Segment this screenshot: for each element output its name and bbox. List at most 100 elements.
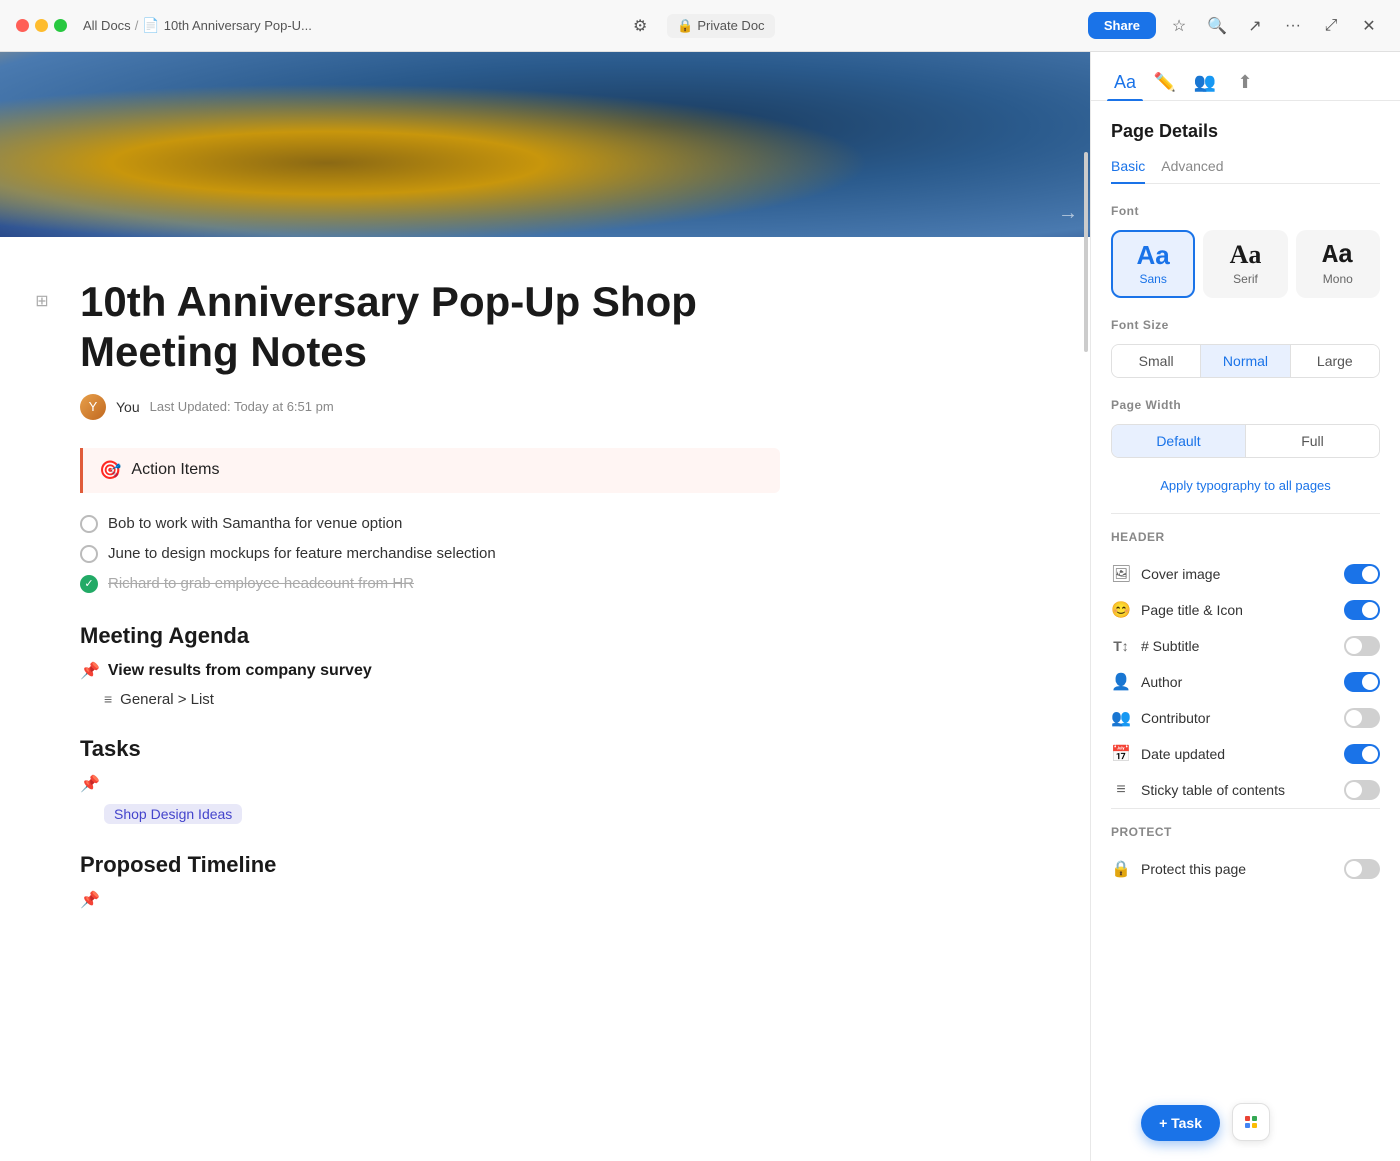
sidebar-toggle-button[interactable]: ⊞	[28, 287, 56, 315]
privacy-badge[interactable]: 🔒 Private Doc	[667, 14, 774, 38]
protect-divider	[1111, 808, 1380, 809]
toggle-left-toc: ≡ Sticky table of contents	[1111, 781, 1285, 799]
panel-content: Page Details Basic Advanced Font Aa Sans…	[1091, 101, 1400, 907]
font-option-serif[interactable]: Aa Serif	[1203, 230, 1287, 298]
protect-icon: 🔒	[1111, 859, 1131, 879]
author-icon: 👤	[1111, 672, 1131, 692]
protect-toggle[interactable]	[1344, 859, 1380, 879]
expand-icon[interactable]: ↗	[1240, 11, 1270, 41]
star-icon[interactable]: ☆	[1164, 11, 1194, 41]
protect-section-label: PROTECT	[1111, 825, 1380, 839]
apps-button[interactable]	[1232, 1103, 1270, 1141]
protect-label: Protect this page	[1141, 861, 1246, 877]
scrollbar-thumb[interactable]	[1084, 152, 1088, 352]
font-letter-serif: Aa	[1230, 242, 1262, 268]
pin-icon-timeline: 📌	[80, 890, 100, 910]
apply-typography-link[interactable]: Apply typography to all pages	[1111, 478, 1380, 493]
close-window-icon[interactable]: ✕	[1354, 11, 1384, 41]
width-full[interactable]: Full	[1246, 425, 1379, 457]
document-meta: Y You Last Updated: Today at 6:51 pm	[80, 394, 780, 420]
breadcrumb-all-docs[interactable]: All Docs	[83, 18, 131, 33]
bullet-text: General > List	[120, 691, 214, 708]
timeline-agenda-item: 📌	[80, 890, 780, 910]
font-section-label: Font	[1111, 204, 1380, 218]
privacy-label: Private Doc	[697, 18, 764, 33]
size-normal[interactable]: Normal	[1201, 345, 1290, 377]
author-name: You	[116, 399, 140, 415]
date-updated-toggle[interactable]	[1344, 744, 1380, 764]
search-icon[interactable]: 🔍	[1202, 11, 1232, 41]
task-text: June to design mockups for feature merch…	[108, 545, 496, 562]
font-option-mono[interactable]: Aa Mono	[1296, 230, 1380, 298]
people-icon: 👥	[1194, 72, 1216, 93]
minimize-button[interactable]	[35, 19, 48, 32]
font-size-section-label: Font Size	[1111, 318, 1380, 332]
sub-tabs: Basic Advanced	[1111, 158, 1380, 184]
sub-tab-advanced[interactable]: Advanced	[1161, 158, 1223, 183]
contributor-toggle[interactable]	[1344, 708, 1380, 728]
collapse-icon[interactable]: ⤢	[1316, 11, 1346, 41]
contributor-label: Contributor	[1141, 710, 1210, 726]
toggle-knob	[1362, 746, 1378, 762]
font-option-sans[interactable]: Aa Sans	[1111, 230, 1195, 298]
more-icon[interactable]: ···	[1278, 11, 1308, 41]
subtitle-toggle[interactable]	[1344, 636, 1380, 656]
right-panel: Aa ✏️ 👥 ⬆ Page Details Basic Advanced Fo…	[1090, 52, 1400, 1161]
toggle-left-date: 📅 Date updated	[1111, 744, 1225, 764]
size-small[interactable]: Small	[1112, 345, 1201, 377]
close-button[interactable]	[16, 19, 29, 32]
task-text: Bob to work with Samantha for venue opti…	[108, 515, 402, 532]
toggle-knob	[1346, 861, 1362, 877]
panel-title: Page Details	[1111, 121, 1380, 142]
toggle-left-protect: 🔒 Protect this page	[1111, 859, 1246, 879]
size-large[interactable]: Large	[1291, 345, 1379, 377]
cover-arrow-icon[interactable]: →	[1058, 202, 1078, 225]
tasks-badge: Shop Design Ideas	[104, 804, 242, 824]
font-name-serif: Serif	[1233, 272, 1258, 286]
pin-icon: 📌	[80, 661, 100, 681]
apps-dot-blue	[1245, 1123, 1250, 1128]
date-updated-label: Date updated	[1141, 746, 1225, 762]
toggle-sticky-toc: ≡ Sticky table of contents	[1111, 772, 1380, 808]
action-items-block: 🎯 Action Items	[80, 448, 780, 493]
task-checkbox[interactable]	[80, 545, 98, 563]
panel-tabs: Aa ✏️ 👥 ⬆	[1091, 52, 1400, 101]
share-button[interactable]: Share	[1088, 12, 1156, 39]
subtitle-label: # Subtitle	[1141, 638, 1199, 654]
author-toggle[interactable]	[1344, 672, 1380, 692]
tab-export[interactable]: ⬆	[1227, 64, 1263, 100]
task-item: ✓ Richard to grab employee headcount fro…	[80, 569, 780, 599]
task-checkbox[interactable]	[80, 515, 98, 533]
page-title-toggle[interactable]	[1344, 600, 1380, 620]
task-fab-button[interactable]: + Task	[1141, 1105, 1220, 1141]
titlebar-center: ⚙ 🔒 Private Doc	[320, 11, 1080, 41]
document-title: 10th Anniversary Pop-Up Shop Meeting Not…	[80, 277, 780, 378]
toggle-protect: 🔒 Protect this page	[1111, 851, 1380, 887]
toggle-knob	[1346, 638, 1362, 654]
font-letter-sans: Aa	[1137, 242, 1170, 268]
toggle-date-updated: 📅 Date updated	[1111, 736, 1380, 772]
cover-image-icon: 🖼	[1111, 564, 1131, 584]
tab-page-details[interactable]: Aa	[1107, 64, 1143, 100]
sub-tab-basic[interactable]: Basic	[1111, 158, 1145, 184]
toggle-left-title: 😊 Page title & Icon	[1111, 600, 1243, 620]
cover-image-toggle[interactable]	[1344, 564, 1380, 584]
width-default[interactable]: Default	[1112, 425, 1246, 457]
breadcrumb-doc[interactable]: 📄 10th Anniversary Pop-U...	[142, 17, 312, 34]
text-format-icon: Aa	[1114, 72, 1136, 93]
tab-people[interactable]: 👥	[1187, 64, 1223, 100]
task-item: Bob to work with Samantha for venue opti…	[80, 509, 780, 539]
toggle-left-subtitle: T↕ # Subtitle	[1111, 638, 1199, 654]
toggle-contributor: 👥 Contributor	[1111, 700, 1380, 736]
sticky-toc-toggle[interactable]	[1344, 780, 1380, 800]
font-letter-mono: Aa	[1322, 242, 1353, 268]
task-checkbox-done[interactable]: ✓	[80, 575, 98, 593]
bullet-item: ≡ General > List	[80, 687, 780, 712]
maximize-button[interactable]	[54, 19, 67, 32]
tab-brush[interactable]: ✏️	[1147, 64, 1183, 100]
scrollbar-track[interactable]	[1082, 52, 1090, 1161]
breadcrumb-separator: /	[135, 18, 139, 33]
action-items-label: Action Items	[131, 461, 219, 479]
settings-icon[interactable]: ⚙	[625, 11, 655, 41]
tasks-heading: Tasks	[80, 736, 780, 762]
